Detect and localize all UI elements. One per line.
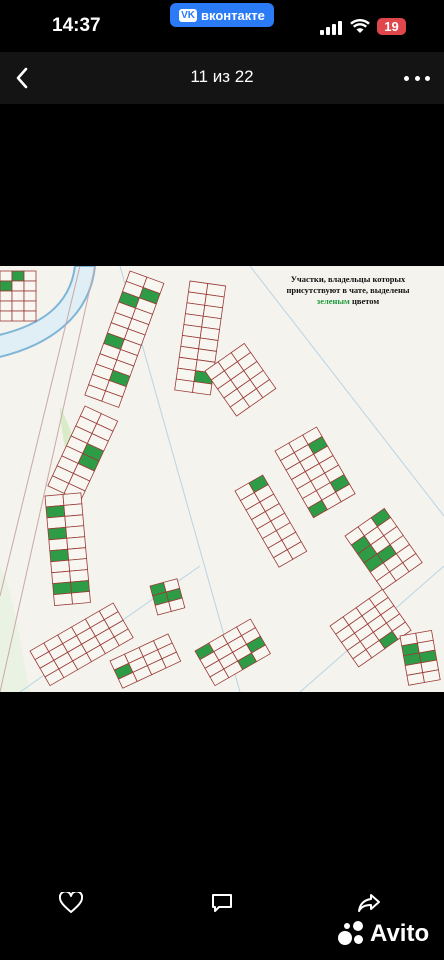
more-options-button[interactable] [404,70,430,86]
nav-bar: 11 из 22 [0,52,444,104]
map-caption: Участки, владельцы которых присутствуют … [286,274,410,307]
land-plot [11,300,25,312]
land-plot [52,581,72,596]
land-plot [45,504,66,519]
caption-line-2: присутствуют в чате, выделены [286,285,410,295]
caption-line-1: Участки, владельцы которых [290,274,406,284]
land-plot [49,548,70,563]
land-plot [0,300,13,312]
plot-block [44,492,91,607]
land-plot [11,280,25,292]
land-plot [69,569,89,583]
plot-block [149,578,186,616]
land-plot [71,591,91,605]
plot-block [399,629,441,686]
heart-icon [59,892,83,913]
land-plot [62,492,83,506]
plot-block [0,270,37,322]
plot-block [234,474,308,568]
avito-watermark: Avito [338,920,429,948]
cadastral-map [0,266,444,692]
vk-logo-icon: VK [179,8,198,22]
land-plot [63,503,84,517]
land-plot [23,300,37,312]
land-plot [51,570,72,585]
comment-icon [212,894,232,912]
more-dot-icon [414,75,420,81]
land-plot [23,270,37,282]
land-plot [48,537,69,552]
plot-block [194,618,271,687]
land-plot [0,290,13,302]
vk-app-badge[interactable]: VK вконтакте [170,3,274,27]
land-plot [46,515,67,530]
land-plot [67,547,88,561]
land-plot [47,526,68,541]
land-plot [64,514,85,528]
land-plot [0,280,13,292]
wifi-icon [350,19,370,33]
share-button[interactable] [356,890,382,916]
land-plot [50,559,71,574]
land-plot [11,270,25,282]
land-plot [53,592,73,607]
caption-tail: цветом [351,296,380,306]
land-plot [0,270,13,282]
cellular-signal-icon [320,21,342,35]
map-photo[interactable]: Участки, владельцы которых присутствуют … [0,266,444,692]
land-plot [23,280,37,292]
plot-block [84,270,165,408]
land-plot [23,290,37,302]
land-plot [174,378,195,393]
land-plot [0,310,13,322]
land-plot [23,310,37,322]
like-button[interactable] [58,890,84,916]
status-bar: 14:37 VK вконтакте 19 [0,0,444,52]
plot-block [47,405,119,502]
battery-indicator: 19 [377,18,406,35]
land-plot [11,310,25,322]
more-dot-icon [425,75,430,81]
land-plot [11,290,25,302]
land-plot [66,536,87,550]
land-plot [192,381,213,396]
avito-logo-icon [338,921,366,947]
plot-block [274,426,356,519]
land-plot [70,580,90,594]
vk-app-badge-label: вконтакте [201,7,265,23]
avito-watermark-text: Avito [370,920,430,947]
plot-block [344,507,423,591]
share-icon [358,894,380,912]
land-plot [68,558,89,572]
land-plot [44,493,65,508]
comment-button[interactable] [209,890,235,916]
more-dot-icon [404,75,409,81]
land-plots [0,270,441,689]
status-time: 14:37 [52,15,101,36]
caption-green-word: зеленым [316,296,350,306]
land-plot [65,525,86,539]
photo-counter: 11 из 22 [190,67,254,86]
